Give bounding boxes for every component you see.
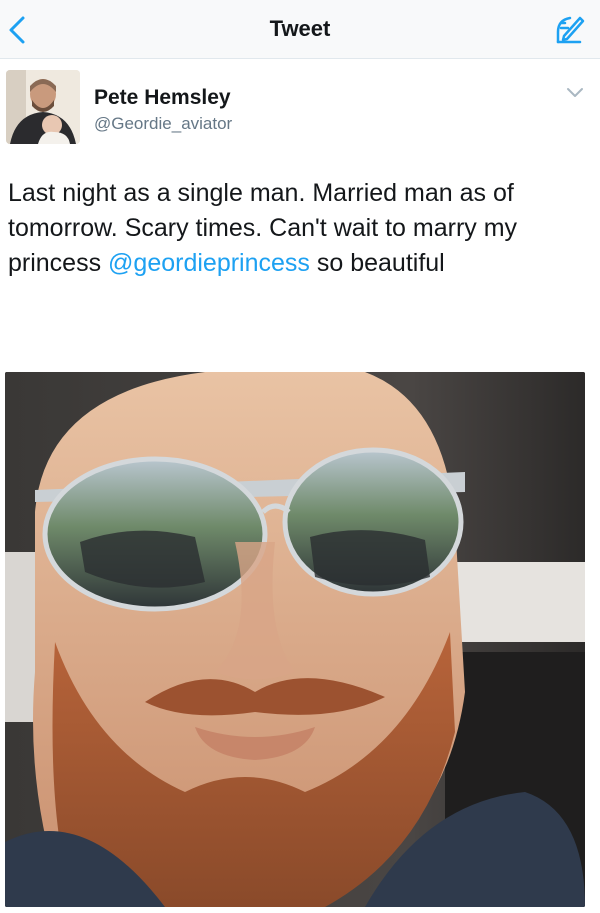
avatar[interactable] bbox=[6, 70, 80, 144]
mention-link[interactable]: @geordieprincess bbox=[108, 249, 310, 277]
author-name[interactable]: Pete Hemsley bbox=[94, 86, 231, 110]
tweet-options-button[interactable] bbox=[566, 86, 584, 100]
chevron-down-icon bbox=[567, 88, 583, 97]
tweet-text: Last night as a single man. Married man … bbox=[8, 176, 588, 281]
compose-tweet-button[interactable] bbox=[552, 12, 586, 46]
top-navigation-bar: Tweet bbox=[0, 0, 600, 59]
tweet-author-header: Pete Hemsley @Geordie_aviator bbox=[0, 58, 600, 154]
avatar-image bbox=[6, 70, 80, 144]
author-handle[interactable]: @Geordie_aviator bbox=[94, 114, 232, 134]
selfie-image bbox=[5, 372, 585, 907]
page-title: Tweet bbox=[269, 16, 331, 41]
tweet-photo[interactable] bbox=[5, 372, 585, 907]
tweet-text-part: so beautiful bbox=[309, 249, 445, 277]
compose-icon bbox=[556, 16, 585, 44]
